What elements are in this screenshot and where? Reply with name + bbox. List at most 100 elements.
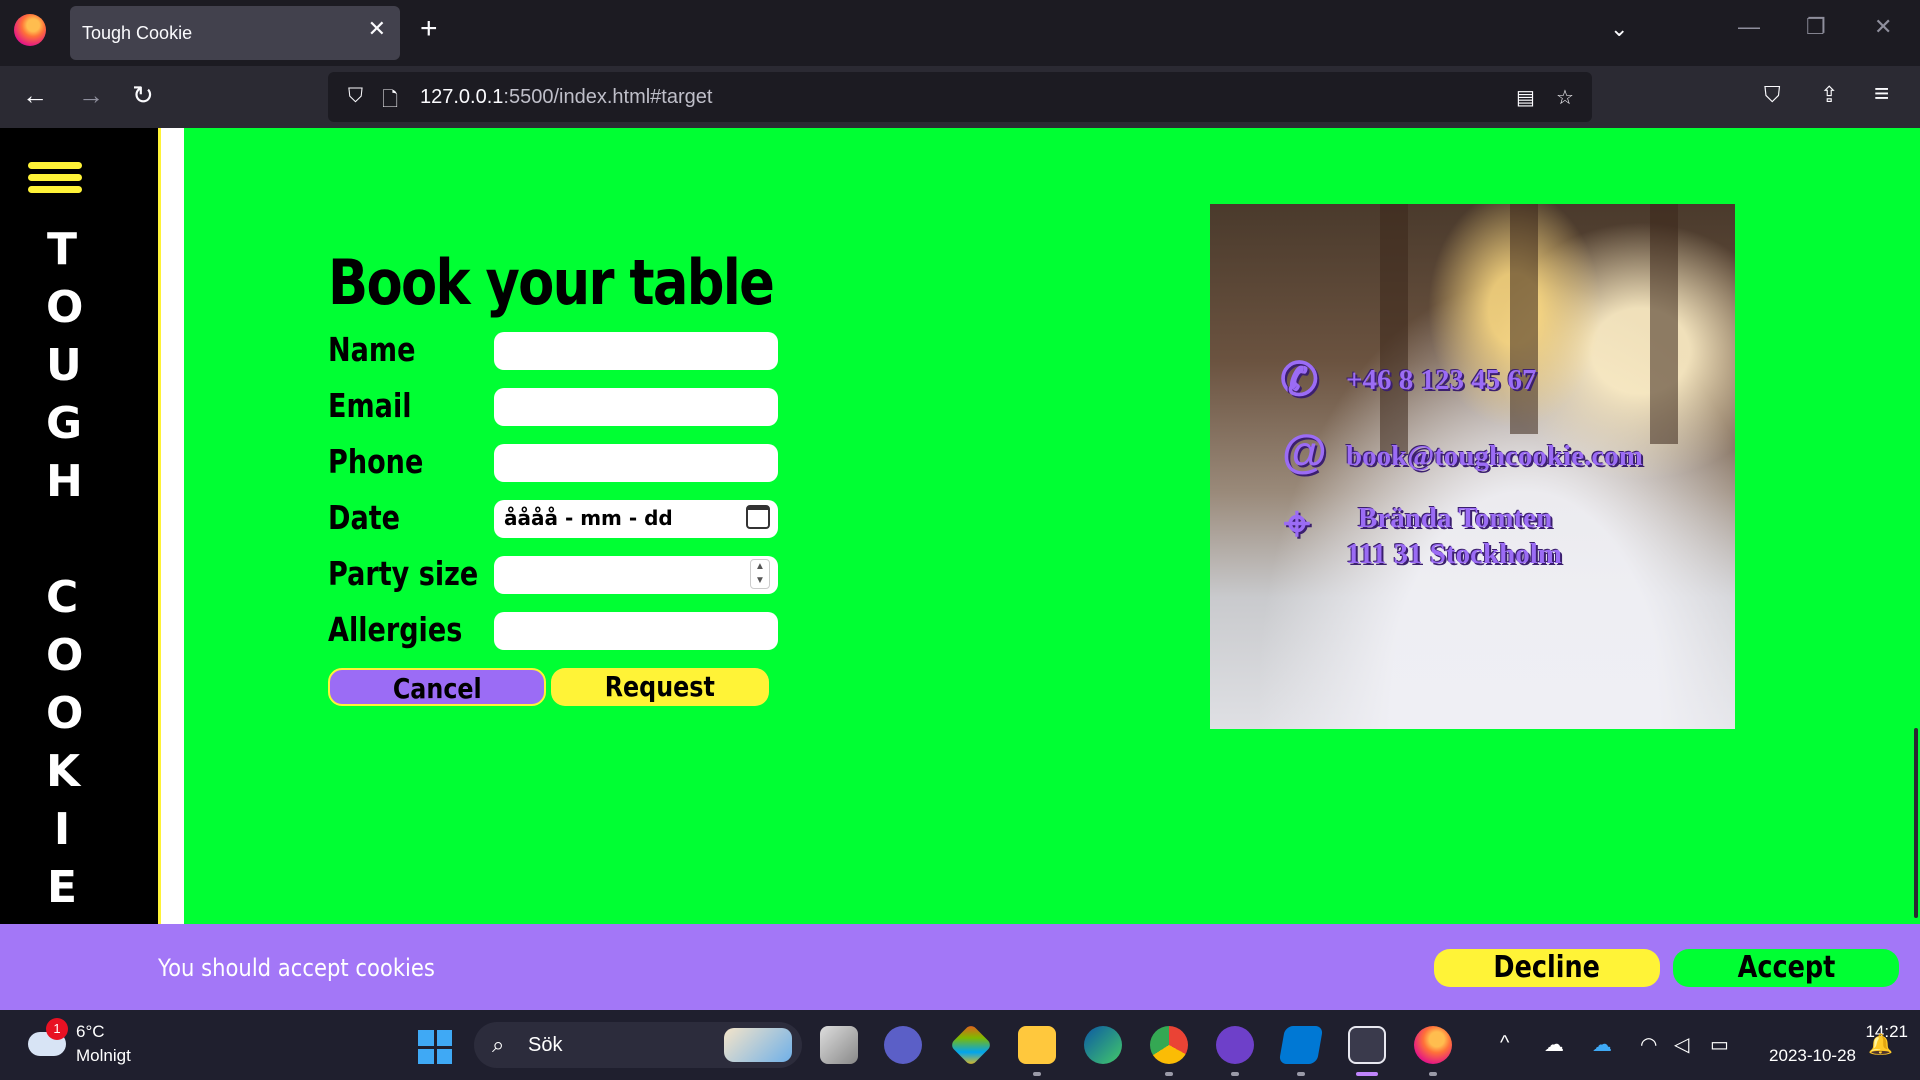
date-field[interactable]: åååå - mm - dd xyxy=(494,500,778,538)
allergies-label: Allergies xyxy=(328,610,463,649)
github-desktop-icon[interactable] xyxy=(1216,1026,1254,1064)
brand-letter: E xyxy=(46,862,78,913)
bookmark-star-icon[interactable]: ☆ xyxy=(1556,85,1574,110)
date-placeholder: åååå - mm - dd xyxy=(504,506,673,530)
brand-letter: K xyxy=(46,746,81,797)
clock-time[interactable]: 14:21 xyxy=(1812,1022,1908,1042)
weather-temperature: 6°C xyxy=(76,1022,105,1041)
search-icon: ⌕ xyxy=(492,1032,505,1057)
date-label: Date xyxy=(328,498,401,537)
name-field[interactable] xyxy=(494,332,778,370)
running-indicator xyxy=(1165,1072,1173,1076)
party-size-field[interactable]: ▲ ▼ xyxy=(494,556,778,594)
close-window-button[interactable]: ✕ xyxy=(1874,16,1892,38)
page-info-icon[interactable]: 🗋 xyxy=(382,85,398,119)
active-app-indicator xyxy=(1356,1072,1378,1076)
allergies-field[interactable] xyxy=(494,612,778,650)
brand-letter: I xyxy=(53,804,71,855)
photo-window-frame xyxy=(1380,204,1408,454)
reload-button[interactable]: ↻ xyxy=(132,82,154,108)
brand-letter: O xyxy=(46,282,84,333)
teams-chat-icon[interactable] xyxy=(884,1026,922,1064)
address-bar[interactable]: ⛉ 🗋 127.0.0.1:5500/index.html#target ▤ ☆ xyxy=(328,72,1592,122)
windows-taskbar: 1 6°C Molnigt ⌕ Sök ^ ☁ ☁ ◠ ◁ ▭ 14:21 20… xyxy=(0,1010,1920,1080)
search-label: Sök xyxy=(528,1034,563,1056)
running-indicator xyxy=(1033,1072,1041,1076)
minimize-window-button[interactable]: — xyxy=(1738,16,1760,38)
restore-window-button[interactable]: ❐ xyxy=(1806,16,1826,38)
page-viewport: T O U G H C O O K I E Book your table Na… xyxy=(0,128,1920,924)
edge-browser-icon[interactable] xyxy=(1084,1026,1122,1064)
onedrive-cloud-icon[interactable]: ☁ xyxy=(1544,1032,1564,1057)
photo-window-frame xyxy=(1510,204,1538,434)
request-button[interactable]: Request xyxy=(551,668,769,706)
task-view-icon[interactable] xyxy=(820,1026,858,1064)
windows-start-icon[interactable] xyxy=(418,1030,452,1064)
snip-sketch-icon[interactable] xyxy=(1348,1026,1386,1064)
phone-field[interactable] xyxy=(494,444,778,482)
brand-letter: G xyxy=(46,398,83,449)
hamburger-menu-icon[interactable] xyxy=(28,162,82,198)
list-all-tabs-button[interactable]: ⌄ xyxy=(1610,16,1628,42)
brand-letter: C xyxy=(46,572,79,623)
wifi-icon[interactable]: ◠ xyxy=(1640,1032,1657,1057)
page-scrollbar[interactable] xyxy=(1914,728,1918,918)
number-stepper-icon[interactable]: ▲ ▼ xyxy=(750,559,770,589)
onedrive-blue-cloud-icon[interactable]: ☁ xyxy=(1592,1032,1612,1057)
accept-cookies-button[interactable]: Accept xyxy=(1673,949,1899,987)
forward-button[interactable]: → xyxy=(78,82,104,108)
request-button-label: Request xyxy=(604,670,716,703)
accept-label: Accept xyxy=(1737,950,1835,985)
pocket-icon[interactable]: ⛉ xyxy=(1764,82,1781,108)
name-label: Name xyxy=(328,330,416,369)
photo-window-frame xyxy=(1650,204,1678,444)
restaurant-photo: ✆ +46 8 123 45 67 @ book@toughcookie.com… xyxy=(1210,204,1735,729)
brand-letter: U xyxy=(46,340,82,391)
running-indicator xyxy=(1297,1072,1305,1076)
tracking-protection-shield-icon[interactable]: ⛉ xyxy=(348,85,363,108)
notification-badge: 1 xyxy=(46,1018,68,1040)
show-hidden-icons-chevron-icon[interactable]: ^ xyxy=(1500,1032,1509,1055)
volume-icon[interactable]: ◁ xyxy=(1674,1032,1689,1057)
cookie-message: You should accept cookies xyxy=(158,954,435,982)
email-label: Email xyxy=(328,386,412,425)
new-tab-button[interactable]: + xyxy=(420,14,438,44)
firefox-logo-icon[interactable] xyxy=(14,14,46,46)
booking-title: Book your table xyxy=(328,246,775,319)
browser-tab-bar: Tough Cookie ✕ + ⌄ — ❐ ✕ xyxy=(0,0,1920,66)
close-tab-icon[interactable]: ✕ xyxy=(368,18,386,40)
notification-bell-icon[interactable]: 🔔 xyxy=(1868,1032,1893,1057)
browser-tab-active[interactable]: Tough Cookie ✕ xyxy=(70,6,400,60)
contact-address-line2: 111 31 Stockholm xyxy=(1346,538,1562,570)
url-path: :5500/index.html#target xyxy=(503,86,713,108)
reader-view-icon[interactable]: ▤ xyxy=(1516,85,1535,110)
taskbar-search[interactable]: ⌕ Sök xyxy=(474,1022,802,1068)
email-field[interactable] xyxy=(494,388,778,426)
back-button[interactable]: ← xyxy=(22,82,48,108)
battery-icon[interactable]: ▭ xyxy=(1710,1032,1729,1057)
browser-nav-bar: ← → ↻ ⛉ 🗋 127.0.0.1:5500/index.html#targ… xyxy=(0,66,1920,128)
snipping-tool-icon[interactable] xyxy=(949,1023,993,1067)
clock-date[interactable]: 2023-10-28 xyxy=(1760,1046,1856,1066)
party-size-label: Party size xyxy=(328,554,479,593)
sidebar-divider xyxy=(158,128,184,924)
brand-letter: H xyxy=(46,456,83,507)
weather-description: Molnigt xyxy=(76,1046,131,1065)
brand-letter: O xyxy=(46,630,84,681)
search-highlight-image xyxy=(724,1028,792,1062)
file-explorer-icon[interactable] xyxy=(1018,1026,1056,1064)
cookie-banner: You should accept cookies Decline Accept xyxy=(0,924,1920,1010)
url-host: 127.0.0.1 xyxy=(420,86,504,108)
app-menu-icon[interactable]: ≡ xyxy=(1874,78,1889,109)
cancel-button[interactable]: Cancel xyxy=(328,668,546,706)
contact-phone: +46 8 123 45 67 xyxy=(1346,364,1537,396)
brand-letter: O xyxy=(46,688,84,739)
url-text[interactable]: 127.0.0.1:5500/index.html#target xyxy=(420,86,712,109)
brand-letter: T xyxy=(46,224,77,275)
extensions-icon[interactable]: ⇪ xyxy=(1820,82,1838,108)
firefox-taskbar-icon[interactable] xyxy=(1414,1026,1452,1064)
decline-cookies-button[interactable]: Decline xyxy=(1434,949,1660,987)
vscode-icon[interactable] xyxy=(1278,1026,1324,1064)
calendar-icon[interactable] xyxy=(746,505,770,529)
chrome-browser-icon[interactable] xyxy=(1150,1026,1188,1064)
